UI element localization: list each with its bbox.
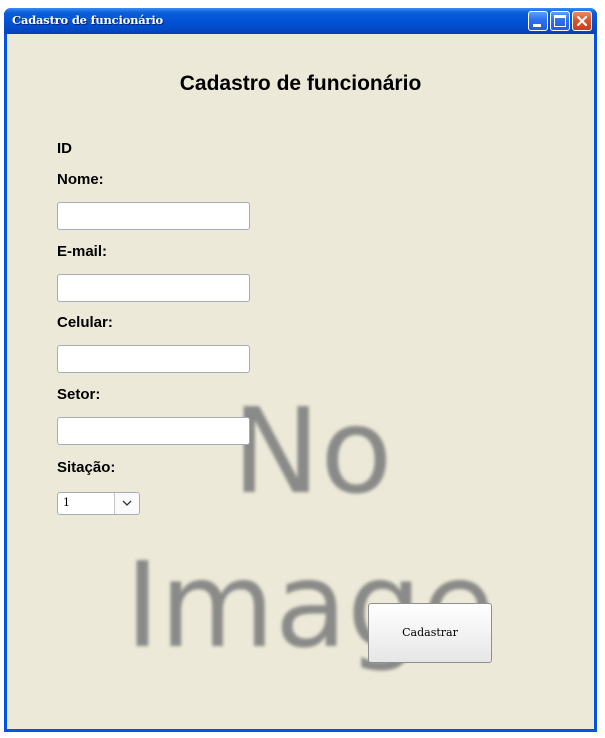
email-label: E-mail: <box>57 243 108 260</box>
situacao-label: Sitação: <box>57 459 116 476</box>
email-input[interactable] <box>57 274 250 302</box>
nome-label: Nome: <box>57 171 104 188</box>
minimize-icon <box>533 24 541 27</box>
situacao-selected-value: 1 <box>63 496 70 509</box>
window-title: Cadastro de funcionário <box>12 13 163 27</box>
situacao-select[interactable]: 1 <box>57 492 140 515</box>
id-label: ID <box>57 140 72 157</box>
maximize-icon <box>554 15 566 27</box>
cadastrar-button[interactable]: Cadastrar <box>368 603 492 663</box>
no-image-text-line1: No <box>232 382 393 520</box>
setor-label: Setor: <box>57 386 101 403</box>
celular-input[interactable] <box>57 345 250 373</box>
close-icon <box>576 15 588 27</box>
nome-input[interactable] <box>57 202 250 230</box>
celular-label: Celular: <box>57 314 113 331</box>
chevron-down-icon <box>122 500 132 506</box>
app-window: Cadastro de funcionário No Image Cadastr… <box>4 8 597 732</box>
setor-input[interactable] <box>57 417 250 445</box>
no-image-placeholder: No Image <box>7 34 594 729</box>
form-heading: Cadastro de funcionário <box>179 72 422 95</box>
title-bar[interactable]: Cadastro de funcionário <box>4 8 597 34</box>
maximize-button[interactable] <box>550 11 570 31</box>
dropdown-arrow-button[interactable] <box>114 493 139 514</box>
close-button[interactable] <box>572 11 592 31</box>
minimize-button[interactable] <box>528 11 548 31</box>
form-client-area: No Image Cadastro de funcionário ID Nome… <box>7 34 594 729</box>
